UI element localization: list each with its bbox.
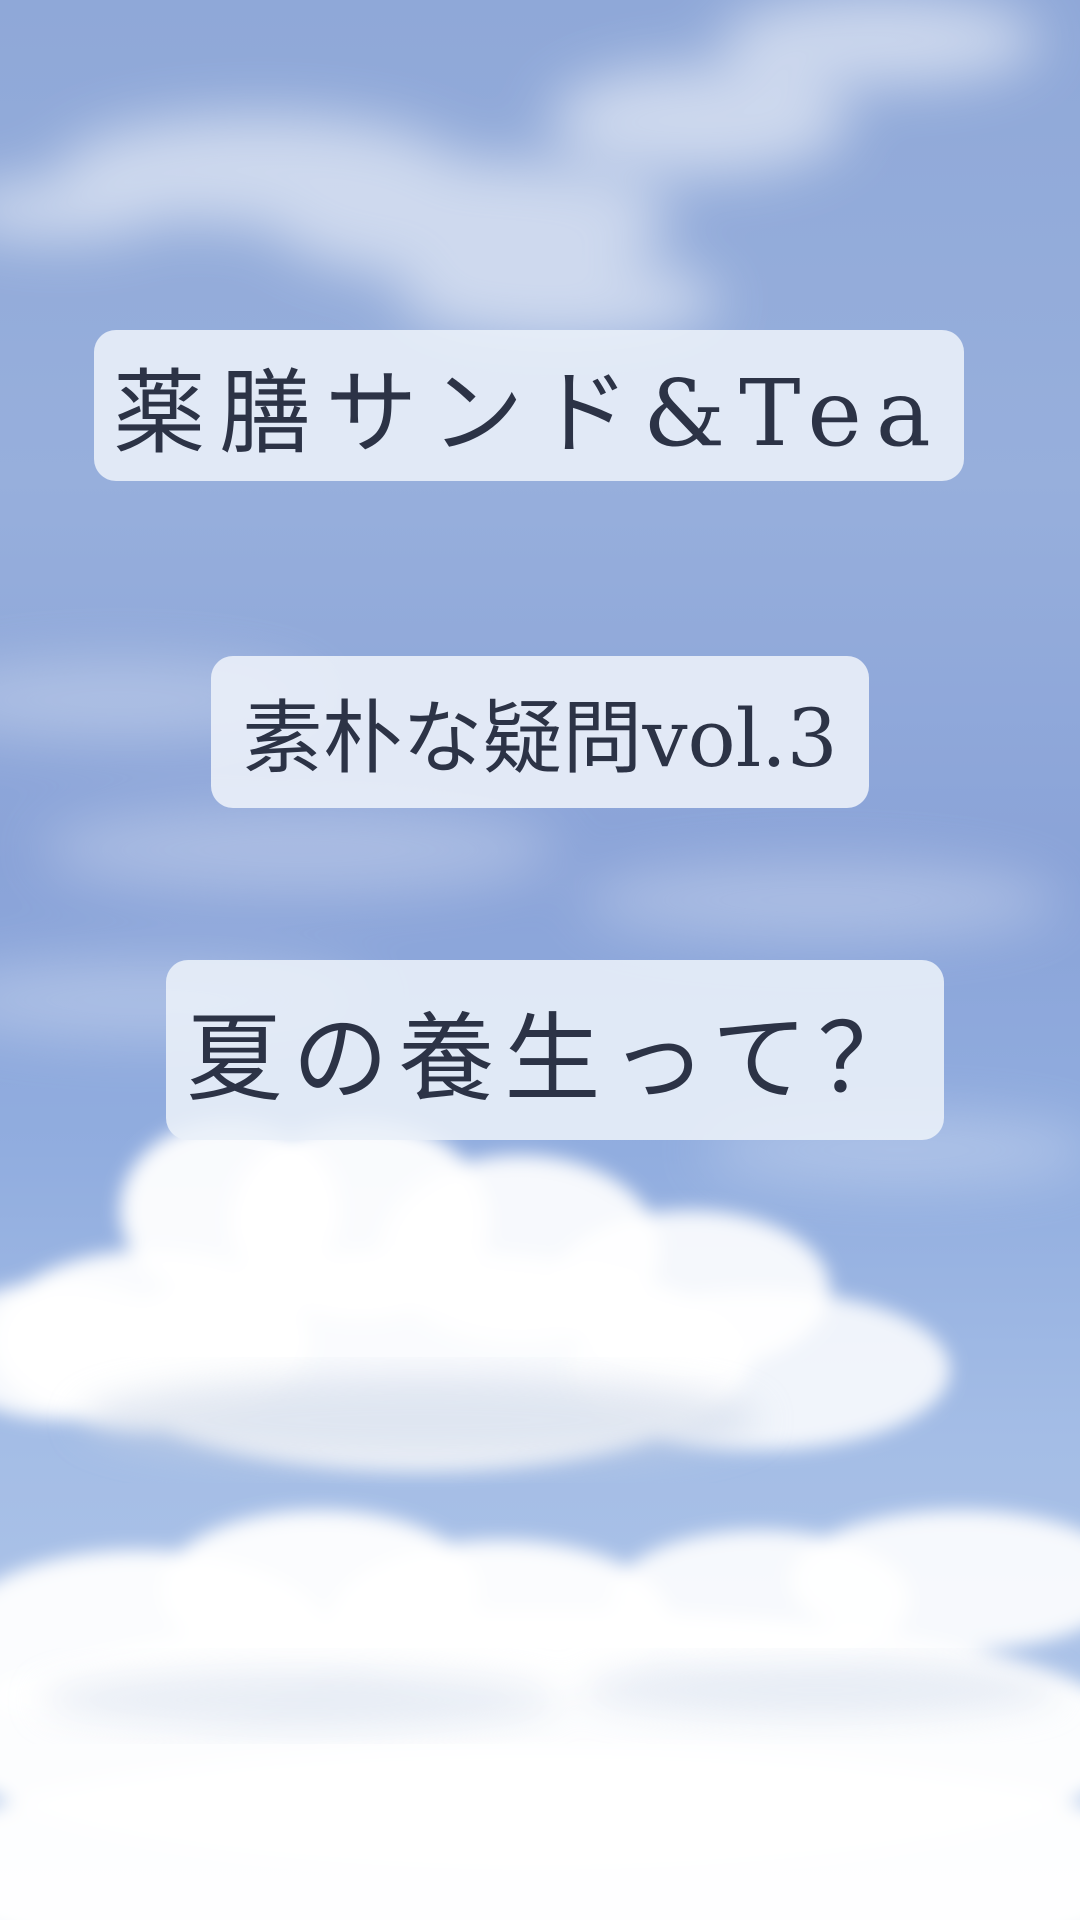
title-box: 薬膳サンド&Tea <box>94 330 964 481</box>
title-text: 薬膳サンド&Tea <box>113 360 945 467</box>
subtitle-box: 素朴な疑問vol.3 <box>211 656 869 808</box>
subtitle-text: 素朴な疑問vol.3 <box>242 692 838 785</box>
question-text: 夏の養生って？ <box>186 1002 924 1115</box>
question-box: 夏の養生って？ <box>166 960 944 1140</box>
wispy-cloud-top <box>0 0 1040 340</box>
cumulus-cloud-shadow <box>80 1375 760 1465</box>
